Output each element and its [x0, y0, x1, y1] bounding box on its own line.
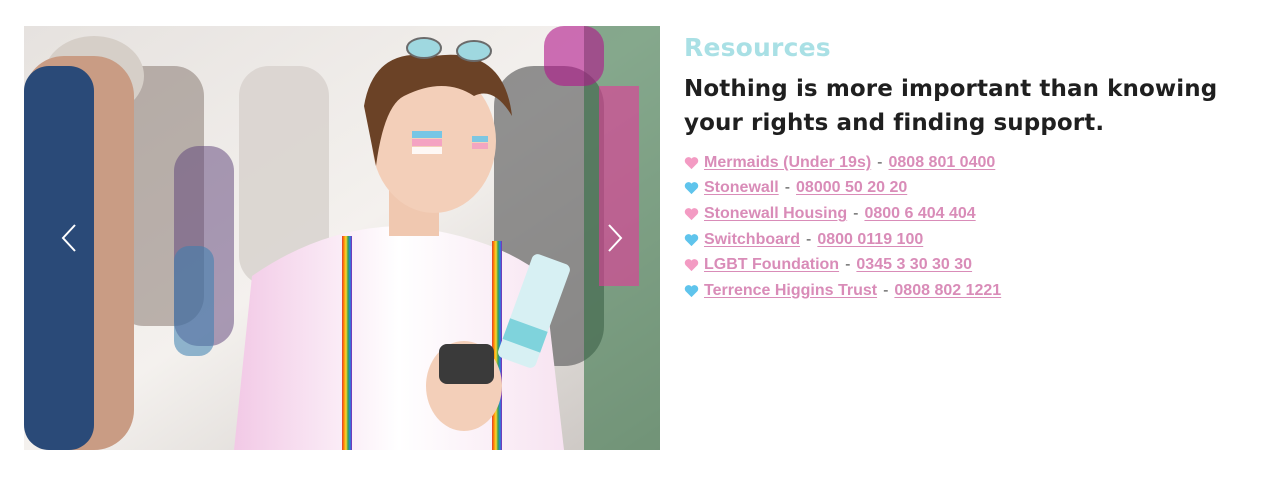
resources-section: Resources Nothing is more important than…	[684, 30, 1274, 304]
chevron-right-icon	[608, 224, 623, 252]
pink-heart-icon	[684, 208, 699, 221]
resource-name-link[interactable]: Stonewall Housing	[704, 205, 847, 223]
carousel-prev-button[interactable]	[24, 26, 114, 450]
resource-item: LGBT Foundation -0345 3 30 30 30	[684, 252, 1274, 278]
resource-name-link[interactable]: Terrence Higgins Trust	[704, 282, 877, 300]
resource-phone-link[interactable]: 0808 802 1221	[894, 282, 1001, 300]
resource-item: Terrence Higgins Trust -0808 802 1221	[684, 278, 1274, 304]
separator: -	[877, 153, 883, 171]
separator: -	[853, 204, 859, 222]
blue-heart-icon	[684, 233, 699, 246]
chevron-left-icon	[61, 224, 76, 252]
resource-list: Mermaids (Under 19s) -0808 801 0400 Stonew…	[684, 150, 1274, 304]
separator: -	[845, 256, 851, 274]
blue-heart-icon	[684, 284, 699, 297]
separator: -	[883, 281, 889, 299]
image-carousel	[24, 26, 660, 450]
carousel-photo	[24, 26, 660, 450]
carousel-next-button[interactable]	[570, 26, 660, 450]
resource-phone-link[interactable]: 0800 6 404 404	[864, 205, 975, 223]
resource-phone-link[interactable]: 0808 801 0400	[889, 154, 996, 172]
blue-heart-icon	[684, 182, 699, 195]
resource-item: Mermaids (Under 19s) -0808 801 0400	[684, 150, 1274, 176]
resource-item: Switchboard -0800 0119 100	[684, 227, 1274, 253]
separator: -	[806, 230, 812, 248]
section-headline: Nothing is more important than knowing y…	[684, 76, 1218, 136]
resource-item: Stonewall -08000 50 20 20	[684, 176, 1274, 202]
pink-heart-icon	[684, 259, 699, 272]
resource-item: Stonewall Housing -0800 6 404 404	[684, 201, 1274, 227]
resource-name-link[interactable]: LGBT Foundation	[704, 256, 839, 274]
resource-phone-link[interactable]: 0345 3 30 30 30	[856, 256, 972, 274]
resource-phone-link[interactable]: 08000 50 20 20	[796, 179, 907, 197]
separator: -	[784, 179, 791, 197]
resource-name-link[interactable]: Switchboard	[704, 231, 800, 249]
section-label: Resources	[684, 33, 831, 62]
pink-heart-icon	[684, 156, 699, 169]
page: Resources Nothing is more important than…	[0, 0, 1284, 486]
resource-phone-link[interactable]: 0800 0119 100	[817, 231, 923, 249]
resource-name-link[interactable]: Stonewall	[704, 179, 779, 197]
resource-name-link[interactable]: Mermaids (Under 19s)	[704, 154, 871, 172]
